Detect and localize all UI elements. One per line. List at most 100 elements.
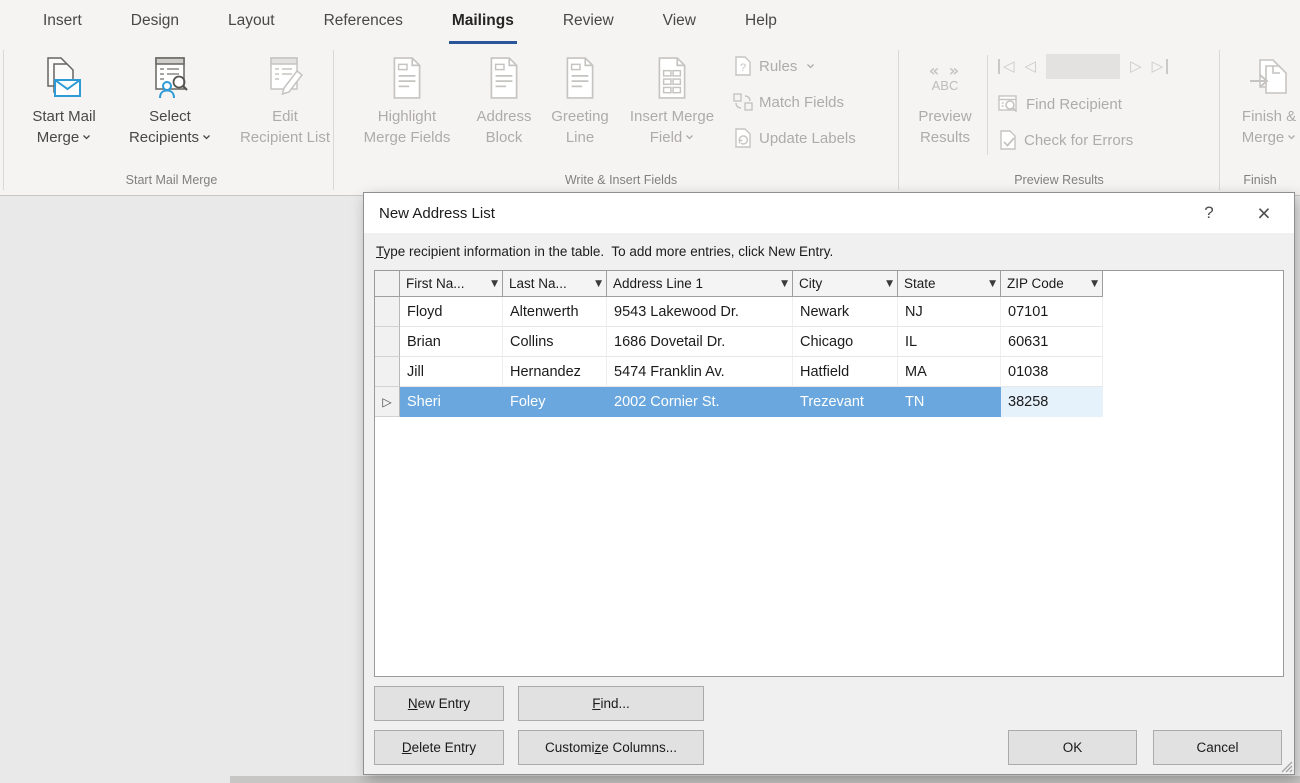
find-button[interactable]: Find...	[518, 686, 704, 721]
column-header-city[interactable]: City ▼	[793, 271, 898, 297]
edit-recipient-list-button[interactable]: EditRecipient List	[226, 48, 344, 148]
help-button[interactable]: ?	[1184, 203, 1234, 223]
table-cell[interactable]: Jill	[400, 357, 503, 387]
table-cell[interactable]: 38258	[1001, 387, 1103, 417]
table-cell[interactable]: Altenwerth	[503, 297, 607, 327]
table-cell[interactable]: Floyd	[400, 297, 503, 327]
column-dropdown-icon[interactable]: ▼	[776, 279, 788, 289]
tab-insert[interactable]: Insert	[40, 0, 85, 44]
table-cell[interactable]: Hernandez	[503, 357, 607, 387]
dropdown-chevron-icon	[806, 63, 815, 69]
column-dropdown-icon[interactable]: ▼	[881, 279, 893, 289]
table-cell[interactable]: Newark	[793, 297, 898, 327]
edit-recipient-list-icon	[264, 51, 306, 105]
finish-group: Finish &Merge	[1228, 48, 1300, 148]
tab-help[interactable]: Help	[742, 0, 780, 44]
greeting-line-button[interactable]: GreetingLine	[542, 48, 618, 148]
table-cell[interactable]: 5474 Franklin Av.	[607, 357, 793, 387]
table-cell[interactable]: IL	[898, 327, 1001, 357]
resize-grip[interactable]	[1280, 760, 1293, 773]
highlight-merge-fields-button[interactable]: HighlightMerge Fields	[348, 48, 466, 148]
tab-references[interactable]: References	[321, 0, 406, 44]
greeting-line-icon	[563, 51, 597, 105]
table-cell[interactable]: 01038	[1001, 357, 1103, 387]
table-cell[interactable]: Trezevant	[793, 387, 898, 417]
tab-view[interactable]: View	[660, 0, 699, 44]
column-header-address-line-1[interactable]: Address Line 1▼	[607, 271, 793, 297]
edit-recipient-list-label: EditRecipient List	[240, 106, 330, 148]
preview-results-icon: « » ABC	[929, 51, 961, 105]
find-recipient-icon	[998, 94, 1020, 114]
table-cell[interactable]: 07101	[1001, 297, 1103, 327]
start-mail-merge-button[interactable]: Start MailMerge	[14, 48, 114, 148]
insert-merge-field-button[interactable]: Insert MergeField	[618, 48, 726, 148]
tab-mailings[interactable]: Mailings	[449, 0, 517, 44]
first-record-button[interactable]: ◁	[998, 59, 1015, 74]
table-cell[interactable]: Sheri	[400, 387, 503, 417]
new-address-list-dialog: New Address List ? × Type recipient info…	[363, 192, 1295, 775]
check-for-errors-button[interactable]: Check for Errors	[998, 128, 1168, 152]
group-label-finish: Finish	[1222, 173, 1298, 187]
delete-entry-button[interactable]: Delete Entry	[374, 730, 504, 765]
address-table: First Na...▼Last Na...▼Address Line 1▼Ci…	[374, 270, 1284, 677]
match-fields-button[interactable]: Match Fields	[733, 90, 856, 114]
table-cell[interactable]: Brian	[400, 327, 503, 357]
table-cell[interactable]: 60631	[1001, 327, 1103, 357]
column-dropdown-icon[interactable]: ▼	[984, 279, 996, 289]
find-recipient-label: Find Recipient	[1026, 96, 1122, 113]
customize-columns-button[interactable]: Customize Columns...	[518, 730, 704, 765]
row-selector[interactable]	[375, 297, 400, 327]
tab-layout[interactable]: Layout	[225, 0, 278, 44]
select-recipients-button[interactable]: SelectRecipients	[114, 48, 226, 148]
row-selector[interactable]	[375, 357, 400, 387]
ribbon-content: Start MailMerge	[0, 44, 1300, 172]
table-cell[interactable]: MA	[898, 357, 1001, 387]
row-selector[interactable]: ▷	[375, 387, 400, 417]
column-dropdown-icon[interactable]: ▼	[590, 279, 602, 289]
cancel-button[interactable]: Cancel	[1153, 730, 1282, 765]
tab-design[interactable]: Design	[128, 0, 182, 44]
dropdown-chevron-icon	[82, 134, 91, 140]
table-cell[interactable]: TN	[898, 387, 1001, 417]
tab-review[interactable]: Review	[560, 0, 617, 44]
table-cell[interactable]: Hatfield	[793, 357, 898, 387]
table-cell[interactable]: Chicago	[793, 327, 898, 357]
ok-button[interactable]: OK	[1008, 730, 1137, 765]
word-window: Insert Design Layout References Mailings Revi…	[0, 0, 1300, 783]
update-labels-label: Update Labels	[759, 130, 856, 147]
last-record-button[interactable]: ▷	[1152, 59, 1169, 74]
table-cell[interactable]: Collins	[503, 327, 607, 357]
rules-button[interactable]: ? Rules	[733, 54, 856, 78]
dialog-titlebar[interactable]: New Address List ? ×	[364, 193, 1294, 233]
next-record-button[interactable]: ▷	[1130, 59, 1142, 74]
ribbon: Insert Design Layout References Mailings Revi…	[0, 0, 1300, 196]
column-dropdown-icon[interactable]: ▼	[1086, 279, 1098, 289]
table-cell[interactable]: 1686 Dovetail Dr.	[607, 327, 793, 357]
table-cell[interactable]: Foley	[503, 387, 607, 417]
table-cell[interactable]: 2002 Cornier St.	[607, 387, 793, 417]
column-header-label: State	[904, 276, 936, 291]
column-dropdown-icon[interactable]: ▼	[486, 279, 498, 289]
finish-and-merge-label: Finish &Merge	[1242, 106, 1297, 148]
close-button[interactable]: ×	[1234, 193, 1294, 233]
previous-record-button[interactable]: ◁	[1025, 59, 1037, 74]
column-header-state[interactable]: State ▼	[898, 271, 1001, 297]
row-selector[interactable]	[375, 327, 400, 357]
rules-icon: ?	[733, 56, 753, 76]
column-header-last-na[interactable]: Last Na... ▼	[503, 271, 607, 297]
finish-and-merge-button[interactable]: Finish &Merge	[1228, 48, 1300, 148]
table-cell[interactable]: 9543 Lakewood Dr.	[607, 297, 793, 327]
ribbon-tab-bar: Insert Design Layout References Mailings Revi…	[0, 0, 1300, 44]
update-labels-button[interactable]: Update Labels	[733, 126, 856, 150]
record-number-input[interactable]	[1046, 54, 1120, 79]
find-recipient-button[interactable]: Find Recipient	[998, 92, 1168, 116]
table-cell[interactable]: NJ	[898, 297, 1001, 327]
column-header-first-na[interactable]: First Na...▼	[400, 271, 503, 297]
address-table-header: First Na...▼Last Na...▼Address Line 1▼Ci…	[375, 271, 1283, 297]
column-header-label: Last Na...	[509, 276, 567, 291]
column-header-label: City	[799, 276, 822, 291]
column-header-zip-code[interactable]: ZIP Code▼	[1001, 271, 1103, 297]
preview-results-button[interactable]: « » ABC PreviewResults	[905, 48, 985, 148]
address-block-button[interactable]: AddressBlock	[466, 48, 542, 148]
new-entry-button[interactable]: New Entry	[374, 686, 504, 721]
